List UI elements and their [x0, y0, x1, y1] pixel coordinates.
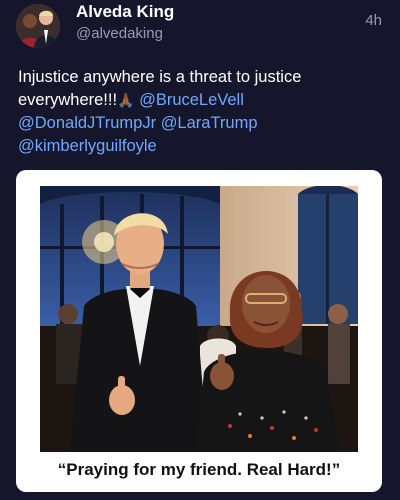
mention-link[interactable]: @BruceLeVell: [139, 91, 244, 109]
photo-caption: “Praying for my friend. Real Hard!”: [57, 460, 341, 479]
post: Alveda King @alvedaking 4h Injustice any…: [0, 0, 400, 500]
post-timestamp[interactable]: 4h: [365, 12, 382, 29]
photo-image: [40, 186, 358, 452]
post-photo[interactable]: [40, 186, 358, 452]
avatar[interactable]: [16, 4, 60, 48]
mention-link[interactable]: @kimberlyguilfoyle: [18, 137, 157, 155]
media-card[interactable]: “Praying for my friend. Real Hard!”: [16, 170, 382, 492]
user-handle[interactable]: @alvedaking: [76, 25, 163, 42]
mention-link[interactable]: @DonaldJTrumpJr: [18, 114, 156, 132]
mention-link[interactable]: @LaraTrump: [161, 114, 258, 132]
post-text: Injustice anywhere is a threat to justic…: [18, 66, 378, 158]
pray-emoji: 🙏🏾: [117, 92, 135, 108]
display-name[interactable]: Alveda King: [76, 2, 174, 22]
avatar-image: [16, 4, 60, 48]
